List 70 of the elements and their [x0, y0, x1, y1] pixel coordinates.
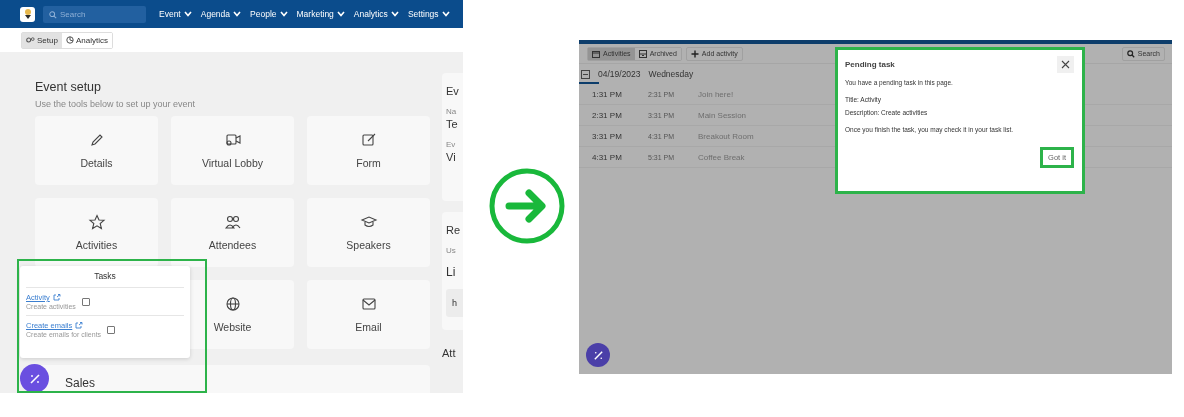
collapse-icon [581, 69, 590, 79]
magic-wand-icon [28, 372, 41, 385]
collapse-toggle[interactable] [581, 69, 590, 79]
setup-tile[interactable]: Details [35, 116, 158, 185]
archive-icon [638, 49, 647, 58]
section-subtitle: Use the tools below to set up your event [35, 99, 197, 109]
search-field[interactable]: Search [43, 5, 146, 23]
people-icon [223, 214, 242, 230]
magic-wand-button[interactable] [586, 343, 610, 367]
field-label: Na [446, 107, 458, 116]
popup-title: Tasks [26, 266, 184, 288]
activity-title: Coffee Break [698, 152, 745, 162]
setup-tile[interactable]: Email [307, 280, 430, 349]
chevron-down-icon [441, 11, 450, 17]
field-value: Vi [446, 151, 457, 163]
cap-icon [359, 214, 378, 230]
task-checkbox[interactable] [81, 297, 90, 306]
chevron-down-icon [390, 11, 399, 17]
card-text: Us [446, 246, 457, 255]
nav-menu[interactable]: Event [159, 9, 192, 19]
calendar-icon [592, 49, 600, 58]
mail-icon [359, 296, 378, 312]
task-checkbox[interactable] [107, 325, 116, 334]
dialog-title: Pending task [845, 60, 895, 69]
close-button[interactable] [1057, 56, 1074, 73]
chevron-down-icon [279, 11, 288, 17]
star-icon [87, 214, 106, 230]
card-heading: Li [446, 265, 457, 279]
setup-tile[interactable]: Form [307, 116, 430, 185]
start-time: 2:31 PM [592, 110, 623, 120]
group-weekday: Wednesday [648, 69, 694, 79]
group-date: 04/19/2023 [598, 69, 641, 79]
start-time: 3:31 PM [592, 131, 623, 141]
setup-tile[interactable]: Attendees [171, 198, 294, 267]
field-label: Ev [446, 140, 457, 149]
search-icon [49, 10, 57, 19]
activity-title: Breakout Room [698, 131, 754, 141]
magic-wand-icon [592, 349, 604, 361]
start-time: 4:31 PM [592, 152, 623, 162]
external-link-icon [75, 322, 84, 329]
globe-icon [223, 296, 242, 312]
section-title: Att [442, 347, 457, 359]
nav-menu[interactable]: Marketing [296, 9, 345, 19]
setup-tile[interactable]: Activities [35, 198, 158, 267]
nav-menu[interactable]: People [250, 9, 288, 19]
setup-tile[interactable]: Virtual Lobby [171, 116, 294, 185]
setup-tile[interactable]: Speakers [307, 198, 430, 267]
field-value: Te [446, 118, 459, 130]
external-link-icon [52, 294, 61, 301]
nav-menu[interactable]: Agenda [200, 9, 242, 19]
plus-icon [690, 49, 699, 58]
form-icon [359, 132, 378, 148]
card-title: Ev [446, 85, 460, 97]
start-time: 1:31 PM [592, 89, 623, 99]
chevron-down-icon [233, 11, 242, 17]
chevron-down-icon [336, 11, 345, 17]
pie-chart-icon [65, 36, 74, 44]
video-icon [223, 132, 242, 148]
app-logo-icon[interactable] [20, 6, 35, 22]
nav-menu[interactable]: Settings [407, 9, 450, 19]
search-icon [1126, 49, 1135, 58]
chevron-down-icon [183, 11, 192, 17]
card-title: Re [446, 224, 462, 236]
view-tab[interactable]: Setup [22, 32, 62, 48]
section-title: Event setup [35, 80, 102, 94]
nav-menu[interactable]: Analytics [353, 9, 399, 19]
close-icon [1061, 60, 1070, 69]
link-field[interactable]: h [446, 289, 463, 317]
section-title: Sales [65, 376, 96, 390]
gears-icon [26, 36, 35, 44]
